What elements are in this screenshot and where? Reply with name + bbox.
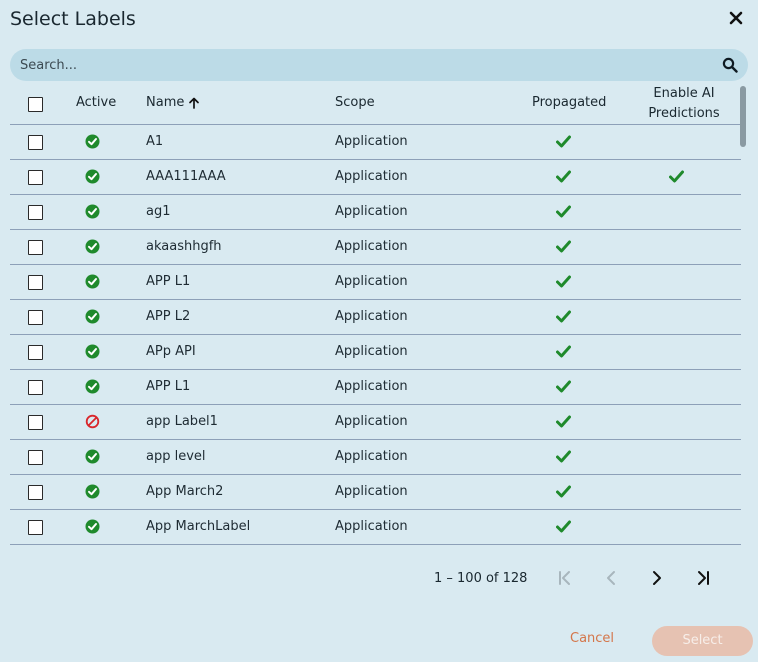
label-scope: Application: [335, 134, 408, 149]
row-checkbox[interactable]: [28, 205, 43, 220]
propagated-check-icon: [556, 380, 571, 393]
label-scope: Application: [335, 239, 408, 254]
active-check-icon: [85, 484, 100, 499]
propagated-check-icon: [556, 205, 571, 218]
label-scope: Application: [335, 204, 408, 219]
propagated-check-icon: [556, 520, 571, 533]
pagination-range: 1 – 100 of 128: [434, 571, 528, 586]
column-header-scope[interactable]: Scope: [335, 95, 375, 110]
propagated-check-icon: [556, 485, 571, 498]
row-checkbox[interactable]: [28, 170, 43, 185]
propagated-check-icon: [556, 310, 571, 323]
label-scope: Application: [335, 344, 408, 359]
propagated-check-icon: [556, 170, 571, 183]
active-check-icon: [85, 134, 100, 149]
table-row[interactable]: APP L1 Application: [10, 265, 741, 300]
active-check-icon: [85, 169, 100, 184]
table-row[interactable]: app Label1 Application: [10, 405, 741, 440]
active-check-icon: [85, 519, 100, 534]
column-header-name[interactable]: Name: [146, 95, 200, 110]
label-scope: Application: [335, 309, 408, 324]
table-row[interactable]: A1 Application: [10, 125, 741, 160]
label-name: AAA111AAA: [146, 169, 226, 184]
active-check-icon: [85, 449, 100, 464]
sort-ascending-icon: [189, 97, 200, 109]
search-icon[interactable]: [722, 57, 738, 73]
column-header-active[interactable]: Active: [76, 95, 116, 110]
row-checkbox[interactable]: [28, 240, 43, 255]
label-name: ag1: [146, 204, 171, 219]
label-scope: Application: [335, 449, 408, 464]
row-checkbox[interactable]: [28, 135, 43, 150]
propagated-check-icon: [556, 415, 571, 428]
table-row[interactable]: app level Application: [10, 440, 741, 475]
label-scope: Application: [335, 484, 408, 499]
propagated-check-icon: [556, 275, 571, 288]
label-scope: Application: [335, 414, 408, 429]
row-checkbox[interactable]: [28, 345, 43, 360]
label-name: APP L1: [146, 379, 191, 394]
row-checkbox[interactable]: [28, 415, 43, 430]
column-header-ai-line2: Predictions: [648, 106, 720, 121]
table-row[interactable]: [10, 545, 741, 554]
table-row[interactable]: App MarchLabel Application: [10, 510, 741, 545]
previous-page-icon[interactable]: [603, 569, 621, 587]
label-scope: Application: [335, 169, 408, 184]
ai-enabled-check-icon: [669, 170, 684, 183]
next-page-icon[interactable]: [648, 569, 666, 587]
row-checkbox[interactable]: [28, 450, 43, 465]
select-button[interactable]: Select: [652, 626, 753, 656]
active-check-icon: [85, 344, 100, 359]
table-scrollbar[interactable]: [740, 86, 746, 147]
table-row[interactable]: ag1 Application: [10, 195, 741, 230]
labels-table: Active Name Scope Propagated Enable AI P…: [10, 84, 741, 554]
active-check-icon: [85, 239, 100, 254]
column-header-enable-ai-predictions[interactable]: Enable AI Predictions: [640, 84, 728, 124]
active-check-icon: [85, 309, 100, 324]
column-header-name-label: Name: [146, 95, 185, 110]
table-row[interactable]: APp API Application: [10, 335, 741, 370]
propagated-check-icon: [556, 345, 571, 358]
row-checkbox[interactable]: [28, 380, 43, 395]
column-header-propagated[interactable]: Propagated: [532, 95, 606, 110]
active-check-icon: [85, 274, 100, 289]
close-icon[interactable]: [728, 10, 744, 26]
row-checkbox[interactable]: [28, 310, 43, 325]
row-checkbox[interactable]: [28, 275, 43, 290]
label-name: app Label1: [146, 414, 218, 429]
label-scope: Application: [335, 379, 408, 394]
first-page-icon[interactable]: [556, 569, 574, 587]
label-name: A1: [146, 134, 164, 149]
last-page-icon[interactable]: [694, 569, 712, 587]
active-check-icon: [85, 204, 100, 219]
dialog-title: Select Labels: [10, 8, 136, 30]
label-name: APp API: [146, 344, 196, 359]
label-scope: Application: [335, 274, 408, 289]
table-row[interactable]: APP L1 Application: [10, 370, 741, 405]
inactive-blocked-icon: [85, 414, 100, 429]
label-name: APP L2: [146, 309, 191, 324]
table-header: Active Name Scope Propagated Enable AI P…: [10, 84, 741, 125]
row-checkbox[interactable]: [28, 520, 43, 535]
row-checkbox[interactable]: [28, 485, 43, 500]
table-row[interactable]: akaashhgfh Application: [10, 230, 741, 265]
propagated-check-icon: [556, 135, 571, 148]
label-name: App MarchLabel: [146, 519, 251, 534]
table-row[interactable]: App March2 Application: [10, 475, 741, 510]
propagated-check-icon: [556, 450, 571, 463]
table-row[interactable]: AAA111AAA Application: [10, 160, 741, 195]
label-name: akaashhgfh: [146, 239, 222, 254]
select-all-checkbox[interactable]: [28, 97, 43, 112]
label-name: app level: [146, 449, 206, 464]
label-name: APP L1: [146, 274, 191, 289]
column-header-ai-line1: Enable AI: [653, 86, 715, 101]
label-scope: Application: [335, 519, 408, 534]
table-row[interactable]: APP L2 Application: [10, 300, 741, 335]
cancel-button[interactable]: Cancel: [570, 631, 614, 646]
search-bar: [10, 49, 748, 81]
propagated-check-icon: [556, 240, 571, 253]
active-check-icon: [85, 379, 100, 394]
search-input[interactable]: [20, 49, 710, 81]
label-name: App March2: [146, 484, 224, 499]
